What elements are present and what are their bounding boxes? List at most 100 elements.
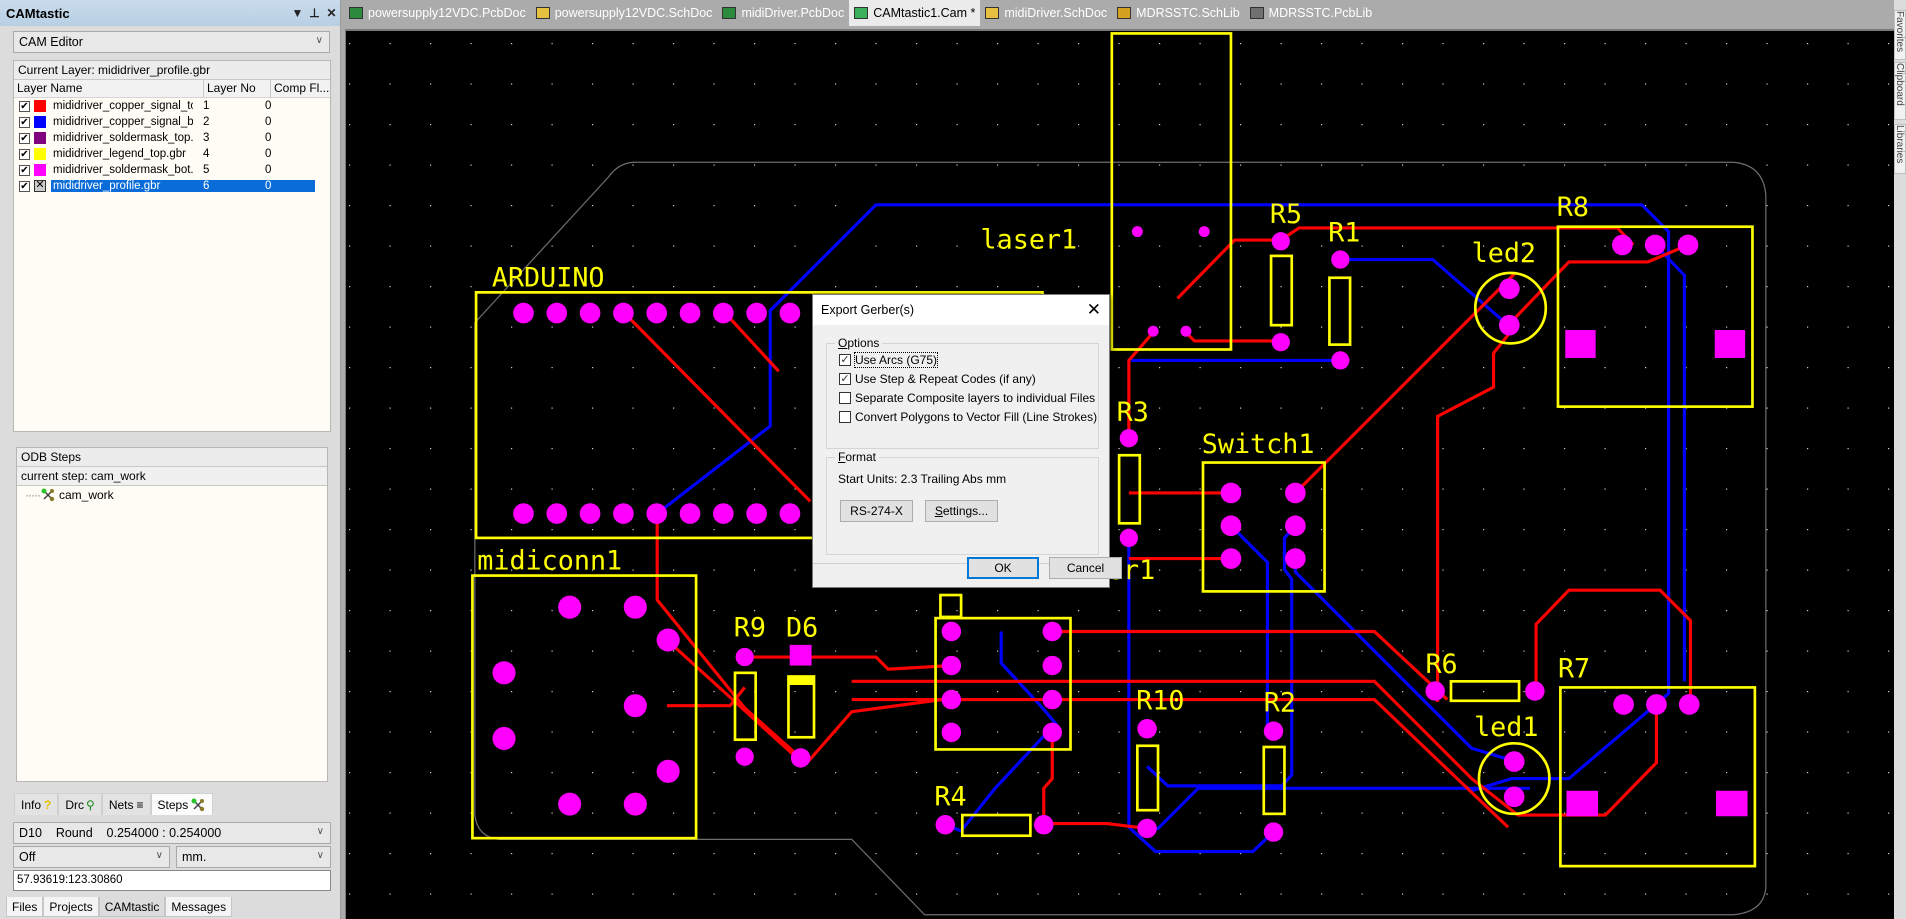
col-layer-no[interactable]: Layer No: [204, 80, 271, 97]
sidebar-tab-favorites[interactable]: Favorites: [1894, 10, 1906, 60]
units-select-value: mm.: [182, 850, 207, 864]
option-checkbox[interactable]: Separate Composite layers to individual …: [839, 391, 1095, 405]
tab-drc[interactable]: Drc ⚲: [58, 793, 102, 815]
aperture-select[interactable]: D10 Round 0.254000 : 0.254000 ∨: [13, 822, 331, 844]
sidebar-tab-libraries[interactable]: Libraries: [1894, 124, 1906, 174]
option-checkbox[interactable]: ✓ Use Arcs (G75): [839, 352, 939, 368]
checkbox-box[interactable]: [839, 411, 851, 423]
doc-tab[interactable]: midiDriver.SchDoc: [980, 0, 1112, 26]
cam-icon: [854, 7, 869, 19]
close-icon[interactable]: ✕: [323, 6, 340, 20]
layer-number: 5: [203, 164, 210, 176]
tab-steps[interactable]: Steps: [150, 793, 214, 815]
layer-row[interactable]: ✔ mididriver_copper_signal_top. 1 0: [14, 98, 330, 114]
editor-select[interactable]: CAM Editor ∨: [13, 31, 330, 53]
rs274x-button[interactable]: RS-274-X: [840, 500, 913, 522]
layer-comp-flag: 0: [265, 100, 272, 112]
pin-icon[interactable]: ⊥: [306, 6, 323, 20]
col-comp-flag[interactable]: Comp Fl...: [271, 80, 330, 97]
sidebar-tab-clipboard[interactable]: Clipboard: [1894, 62, 1906, 120]
panel-menu-icon[interactable]: ▼: [289, 6, 306, 20]
switch1-pad: [1220, 515, 1242, 537]
layer-visible-checkbox[interactable]: ✔: [19, 180, 30, 192]
layer-visible-checkbox[interactable]: ✔: [19, 132, 30, 144]
close-icon[interactable]: ✕: [1087, 300, 1101, 320]
checkbox-box[interactable]: ✓: [839, 373, 851, 385]
checkbox-box[interactable]: [839, 392, 851, 404]
tab-nets[interactable]: Nets ≡: [101, 793, 151, 815]
tab-drc-label: Drc: [65, 797, 85, 812]
pcb-canvas[interactable]: ARDUINO laser1 R5 R1 led2 R8 R3 Switch1 …: [345, 29, 1895, 919]
checkbox-box[interactable]: ✓: [839, 354, 851, 366]
tab-messages[interactable]: Messages: [165, 897, 233, 917]
camtastic-panel: CAMtastic ▼ ⊥ ✕ CAM Editor ∨ Current Lay…: [0, 0, 341, 919]
ic-pin: [1042, 689, 1062, 710]
layer-list-header: Layer Name Layer No Comp Fl...: [14, 80, 330, 98]
ic-pin: [941, 689, 962, 710]
layer-row[interactable]: ✔ mididriver_soldermask_top.gb 3 0: [14, 130, 330, 146]
col-layer-name[interactable]: Layer Name: [14, 80, 204, 97]
pcb-view[interactable]: ARDUINO laser1 R5 R1 led2 R8 R3 Switch1 …: [346, 31, 1895, 919]
layer-row[interactable]: ✔ mididriver_copper_signal_bot. 2 0: [14, 114, 330, 130]
layer-color-swatch: [34, 148, 46, 160]
options-group-label: Options: [835, 336, 883, 350]
layer-row[interactable]: ✔ mididriver_legend_top.gbr 4 0: [14, 146, 330, 162]
doc-tab[interactable]: MDRSSTC.SchLib: [1112, 0, 1245, 26]
panel-subtabs: Info? Drc ⚲ Nets ≡ Steps: [14, 793, 214, 815]
r6-pad: [1425, 681, 1445, 701]
layer-row[interactable]: ✔ ✕ mididriver_profile.gbr 6 0: [14, 178, 330, 194]
label-r10: R10: [1136, 685, 1184, 716]
doc-tab[interactable]: powersupply12VDC.SchDoc: [531, 0, 718, 26]
r8-pad: [1677, 234, 1699, 256]
panel-bottom-tabs: Files Projects CAMtastic Messages: [6, 897, 233, 917]
step-tree-item[interactable]: ····· cam_work: [17, 486, 327, 504]
ok-button[interactable]: OK: [967, 557, 1039, 579]
label-d6: D6: [786, 612, 818, 643]
layer-comp-flag: 0: [265, 132, 272, 144]
layer-name: mididriver_soldermask_top.gb: [53, 132, 193, 144]
layer-visible-checkbox[interactable]: ✔: [19, 116, 30, 128]
ic-pin: [1042, 655, 1062, 676]
layer-row[interactable]: ✔ mididriver_soldermask_bot.gb 5 0: [14, 162, 330, 178]
settings-button[interactable]: Settings...: [925, 500, 998, 522]
snap-select-value: Off: [19, 850, 36, 864]
steps-icon: [191, 798, 205, 811]
pcb-icon: [349, 7, 363, 19]
tab-projects[interactable]: Projects: [43, 897, 99, 917]
layer-visible-checkbox[interactable]: ✔: [19, 164, 30, 176]
switch1-pad: [1220, 548, 1242, 569]
snap-select[interactable]: Off ∨: [13, 846, 170, 868]
doc-tab[interactable]: powersupply12VDC.PcbDoc: [344, 0, 531, 26]
doc-tab[interactable]: CAMtastic1.Cam *: [849, 0, 981, 26]
layer-name: mididriver_copper_signal_bot.: [53, 116, 193, 128]
doc-tab[interactable]: midiDriver.PcbDoc: [717, 0, 849, 26]
doc-tab[interactable]: MDRSSTC.PcbLib: [1245, 0, 1378, 26]
r7-pad: [1613, 694, 1634, 715]
layer-number: 4: [203, 148, 210, 160]
r7-pad: [1646, 694, 1667, 715]
option-label: Use Arcs (G75): [853, 352, 939, 368]
laser1-pad: [1180, 325, 1192, 337]
layer-visible-checkbox[interactable]: ✔: [19, 148, 30, 160]
label-r9: R9: [734, 612, 766, 643]
option-checkbox[interactable]: Convert Polygons to Vector Fill (Line St…: [839, 410, 1097, 424]
r10-pad: [1137, 818, 1157, 839]
document-tabs: powersupply12VDC.PcbDoc powersupply12VDC.…: [344, 0, 1894, 26]
schlib-icon: [1117, 7, 1132, 19]
arduino-pin: [679, 302, 701, 324]
r8-pad-square: [1714, 330, 1746, 358]
tab-info[interactable]: Info?: [14, 793, 59, 815]
midiconn1-pad: [623, 792, 647, 816]
layer-visible-checkbox[interactable]: ✔: [19, 100, 30, 112]
led1-pad: [1503, 786, 1525, 808]
coordinates-field[interactable]: 57.93619:123.30860: [13, 870, 331, 891]
tab-camtastic[interactable]: CAMtastic: [98, 897, 166, 917]
option-checkbox[interactable]: ✓ Use Step & Repeat Codes (if any): [839, 372, 1036, 386]
r1-pad: [1331, 351, 1350, 370]
r3-pad: [1119, 528, 1138, 548]
r8-pad-square: [1565, 330, 1596, 358]
tab-files[interactable]: Files: [6, 897, 44, 917]
chevron-down-icon: ∨: [316, 850, 324, 861]
cancel-button[interactable]: Cancel: [1049, 557, 1122, 579]
units-select[interactable]: mm. ∨: [176, 846, 331, 868]
